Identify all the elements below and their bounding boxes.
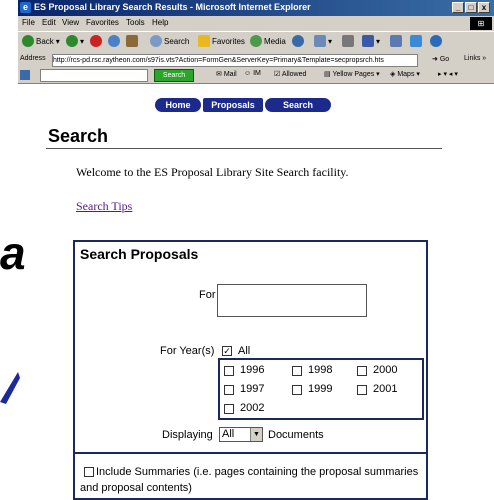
- allowed-link[interactable]: ☑ Allowed: [274, 70, 306, 78]
- media-icon: [250, 35, 262, 47]
- year-checkbox-1999[interactable]: [292, 385, 302, 395]
- welcome-text: Welcome to the ES Proposal Library Site …: [76, 165, 349, 179]
- links-button[interactable]: Links »: [464, 55, 486, 62]
- menu-bar: File Edit View Favorites Tools Help ⊞: [18, 16, 494, 31]
- links-search-input[interactable]: [40, 69, 148, 82]
- messenger-icon: [410, 35, 422, 47]
- print-icon: [342, 35, 354, 47]
- year-checkbox-2002[interactable]: [224, 404, 234, 414]
- forward-arrow-icon: [66, 35, 78, 47]
- edit-icon: [362, 35, 374, 47]
- year-label-2001: 2001: [373, 383, 398, 395]
- year-checkbox-1996[interactable]: [224, 366, 234, 376]
- window-title: ES Proposal Library Search Results - Mic…: [34, 2, 311, 12]
- year-label-2002: 2002: [240, 402, 265, 414]
- menu-edit[interactable]: Edit: [42, 18, 56, 27]
- year-label-1996: 1996: [240, 364, 265, 376]
- discuss-icon: [390, 35, 402, 47]
- research-button[interactable]: [430, 35, 442, 47]
- favorites-button[interactable]: Favorites: [198, 35, 245, 47]
- address-input[interactable]: http://rcs-pd.rsc.raytheon.com/s97is.vts…: [52, 54, 418, 67]
- include-summaries-label: Include Summaries (i.e. pages containing…: [80, 466, 419, 494]
- title-divider: [46, 148, 442, 149]
- for-textarea[interactable]: [217, 284, 367, 317]
- discuss-button[interactable]: [390, 35, 402, 47]
- nav-search-button[interactable]: Search: [265, 98, 331, 112]
- mail-link[interactable]: ✉ Mail: [216, 70, 237, 78]
- year-label-1997: 1997: [240, 383, 265, 395]
- menu-view[interactable]: View: [62, 18, 79, 27]
- page-title: Search: [48, 126, 109, 146]
- year-label-2000: 2000: [373, 364, 398, 376]
- year-checkbox-2000[interactable]: [357, 366, 367, 376]
- nav-proposals-button[interactable]: Proposals: [203, 98, 263, 112]
- search-icon: [150, 35, 162, 47]
- toolbar-logo-icon: [20, 70, 30, 80]
- mail-icon: [314, 35, 326, 47]
- back-button[interactable]: Back ▾: [22, 35, 60, 47]
- pointer-arrow-icon: [0, 372, 20, 404]
- all-years-label: All: [238, 345, 251, 357]
- print-button[interactable]: [342, 35, 354, 47]
- nav-home-button[interactable]: Home: [155, 98, 201, 112]
- year-checkbox-1998[interactable]: [292, 366, 302, 376]
- stop-button[interactable]: [90, 35, 102, 47]
- research-icon: [430, 35, 442, 47]
- year-label-1999: 1999: [308, 383, 333, 395]
- forward-button[interactable]: ▾: [66, 35, 84, 47]
- messenger-button[interactable]: [410, 35, 422, 47]
- window-title-bar: e ES Proposal Library Search Results - M…: [18, 0, 494, 16]
- refresh-button[interactable]: [108, 35, 120, 47]
- history-icon: [292, 35, 304, 47]
- edit-button[interactable]: ▾: [362, 35, 380, 47]
- yellow-pages-link[interactable]: ▤ Yellow Pages ▾: [324, 70, 380, 78]
- go-button[interactable]: ➜ Go: [432, 55, 449, 63]
- home-icon: [126, 35, 138, 47]
- ie-logo-icon: e: [20, 2, 31, 13]
- address-bar: Address http://rcs-pd.rsc.raytheon.com/s…: [18, 53, 494, 67]
- browser-toolbar: Back ▾ ▾ Search Favorites Media ▾ ▾: [18, 31, 494, 54]
- minimize-button[interactable]: _: [452, 2, 464, 13]
- im-link[interactable]: ☺ IM: [244, 70, 261, 77]
- year-checkbox-2001[interactable]: [357, 385, 367, 395]
- search-tips-link[interactable]: Search Tips: [76, 199, 132, 214]
- menu-tools[interactable]: Tools: [126, 18, 145, 27]
- stop-icon: [90, 35, 102, 47]
- favorites-icon: [198, 35, 210, 47]
- maximize-button[interactable]: □: [465, 2, 477, 13]
- back-arrow-icon: [22, 35, 34, 47]
- menu-favorites[interactable]: Favorites: [86, 18, 119, 27]
- links-search-button[interactable]: Search: [154, 69, 194, 82]
- displaying-value: All: [222, 428, 235, 440]
- search-toolbar-button[interactable]: Search: [150, 35, 189, 47]
- menu-help[interactable]: Help: [152, 18, 168, 27]
- close-button[interactable]: x: [478, 2, 490, 13]
- address-label: Address: [20, 55, 46, 62]
- year-checkbox-1997[interactable]: [224, 385, 234, 395]
- links-bar: Search ✉ Mail ☺ IM ☑ Allowed ▤ Yellow Pa…: [18, 67, 494, 84]
- home-button[interactable]: [126, 35, 138, 47]
- displaying-label: Displaying: [162, 429, 213, 441]
- menu-file[interactable]: File: [22, 18, 35, 27]
- year-label-1998: 1998: [308, 364, 333, 376]
- maps-link[interactable]: ◈ Maps ▾: [390, 70, 420, 78]
- documents-label: Documents: [268, 429, 324, 441]
- overlay-letter: a: [0, 227, 26, 279]
- media-button[interactable]: Media: [250, 35, 286, 47]
- history-button[interactable]: [292, 35, 304, 47]
- panel-title: Search Proposals: [80, 246, 199, 262]
- panel-divider: [73, 452, 428, 454]
- refresh-icon: [108, 35, 120, 47]
- displaying-select[interactable]: All ▼: [219, 427, 263, 442]
- windows-logo-icon: ⊞: [470, 17, 492, 30]
- mail-button[interactable]: ▾: [314, 35, 332, 47]
- for-label: For: [199, 289, 216, 301]
- year-label: For Year(s): [160, 345, 215, 357]
- all-years-checkbox[interactable]: ✓: [222, 346, 232, 356]
- more-links-icon[interactable]: ▸ ▾ ◂ ▾: [438, 70, 458, 78]
- chevron-down-icon: ▼: [250, 428, 262, 441]
